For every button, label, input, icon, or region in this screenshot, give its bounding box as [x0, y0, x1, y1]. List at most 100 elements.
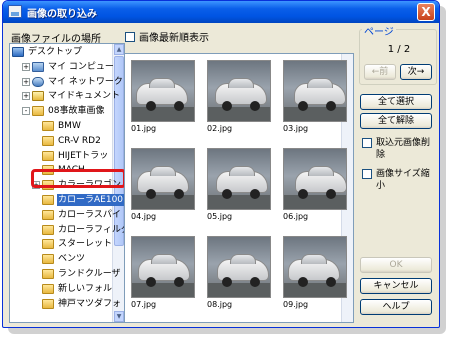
- car-photo-thumbnail[interactable]: [283, 148, 347, 210]
- thumbnail-cell[interactable]: 09.jpg: [279, 232, 351, 320]
- shrink-option[interactable]: 画像サイズ縮小: [362, 168, 438, 192]
- delete-source-checkbox[interactable]: [362, 138, 372, 148]
- expand-icon[interactable]: +: [22, 92, 30, 101]
- collapse-icon[interactable]: -: [22, 107, 30, 116]
- tree-item-label: マイ ネットワーク: [48, 76, 123, 87]
- cancel-button[interactable]: キャンセル: [360, 278, 432, 294]
- deselect-all-button[interactable]: 全て解除: [360, 113, 432, 129]
- newest-first-label: 画像最新順表示: [139, 33, 209, 44]
- page-group: ページ 1 / 2 ←前 次→: [359, 23, 437, 85]
- prev-page-button[interactable]: ←前: [364, 64, 396, 80]
- thumbnail-cell[interactable]: 06.jpg: [279, 144, 351, 232]
- tree-item[interactable]: HIJETトラッ: [32, 150, 109, 162]
- tree-item[interactable]: カローラフィルダー: [32, 224, 124, 236]
- tree-item-label: 神戸マツダフォ: [58, 298, 122, 309]
- tree-item-label: CR-V RD2: [58, 135, 101, 146]
- select-all-button[interactable]: 全て選択: [360, 94, 432, 110]
- thumbnail-cell[interactable]: 02.jpg: [203, 56, 275, 144]
- folder-icon: [42, 195, 54, 205]
- thumbnail-cell[interactable]: 04.jpg: [127, 144, 199, 232]
- tree-item[interactable]: ランドクルーザ: [32, 268, 122, 280]
- wheel-shape: [298, 101, 308, 111]
- car-photo-thumbnail[interactable]: [131, 148, 195, 210]
- wheel-shape: [250, 189, 260, 199]
- thumbnail-cell[interactable]: 07.jpg: [127, 232, 199, 320]
- thumbnail-cell[interactable]: 08.jpg: [203, 232, 275, 320]
- ok-button[interactable]: OK: [360, 257, 432, 273]
- expand-icon[interactable]: +: [22, 62, 30, 71]
- car-photo-thumbnail[interactable]: [131, 60, 195, 122]
- newest-first-checkbox[interactable]: [125, 31, 135, 42]
- computer-icon: [32, 61, 44, 72]
- photo-ground: [208, 195, 270, 209]
- tree-item-label: デスクトップ: [28, 47, 83, 57]
- folder-icon: [32, 106, 44, 117]
- thumbnail-filename: 05.jpg: [207, 212, 233, 221]
- tree-item-label: マイドキュメント: [48, 91, 121, 102]
- tree-item[interactable]: カローラスパイ: [32, 209, 122, 221]
- thumbnail-cell[interactable]: 03.jpg: [279, 56, 351, 144]
- wheel-shape: [250, 101, 260, 111]
- tree-item[interactable]: CR-V RD2: [32, 135, 102, 147]
- delete-source-option[interactable]: 取込元画像削除: [362, 137, 438, 161]
- tree-item[interactable]: + マイドキュメント: [22, 90, 121, 102]
- photo-ground: [284, 283, 346, 297]
- expand-icon[interactable]: +: [22, 77, 30, 86]
- tree-item-label: ベンツ: [58, 254, 86, 265]
- wheel-shape: [146, 277, 156, 287]
- next-page-button[interactable]: 次→: [400, 64, 432, 80]
- newest-first-option[interactable]: 画像最新順表示: [125, 29, 209, 44]
- tree-item[interactable]: 新しいフォル: [32, 283, 113, 295]
- tree-item-label: BMW: [58, 121, 81, 131]
- shrink-checkbox[interactable]: [362, 169, 372, 179]
- wheel-shape: [298, 277, 308, 287]
- tree-item[interactable]: スターレット: [32, 238, 113, 250]
- folder-icon: [42, 254, 54, 265]
- tree-item[interactable]: カローラAE100: [32, 194, 124, 206]
- car-photo-thumbnail[interactable]: [283, 236, 347, 298]
- tree-item-label: カローラAE100: [57, 194, 124, 206]
- tree-item-label: スターレット: [58, 239, 113, 250]
- tree-item[interactable]: 神戸マツダフォ: [32, 298, 122, 310]
- thumbnail-cell[interactable]: 05.jpg: [203, 144, 275, 232]
- close-button[interactable]: X: [417, 3, 435, 21]
- tree-item[interactable]: BMW: [32, 120, 82, 132]
- car-photo-thumbnail[interactable]: [207, 236, 271, 298]
- thumbnail-filename: 01.jpg: [131, 124, 157, 133]
- thumbnail-filename: 06.jpg: [283, 212, 309, 221]
- tree-item-label: HIJETトラッ: [58, 150, 109, 161]
- page-indicator: 1 / 2: [387, 44, 411, 55]
- thumbnail-cell[interactable]: 01.jpg: [127, 56, 199, 144]
- thumbnail-filename: 08.jpg: [207, 300, 233, 309]
- wheel-shape: [174, 189, 184, 199]
- selection-highlight: [31, 169, 126, 188]
- tree-item[interactable]: + マイ コンピュー: [22, 61, 115, 73]
- scroll-up-icon[interactable]: ▲: [114, 44, 124, 55]
- tree-item[interactable]: - 08事故車画像: [22, 105, 105, 117]
- tree-item-label: 新しいフォル: [58, 283, 113, 294]
- photo-ground: [284, 107, 346, 121]
- car-photo-thumbnail[interactable]: [207, 148, 271, 210]
- car-photo-thumbnail[interactable]: [131, 236, 195, 298]
- photo-ground: [132, 107, 194, 121]
- wheel-shape: [174, 277, 184, 287]
- tree-item-label: カローラフィルダー: [58, 224, 124, 235]
- scroll-down-icon[interactable]: ▼: [114, 311, 124, 322]
- title-bar[interactable]: 画像の取り込み X: [3, 1, 439, 23]
- thumbnail-filename: 09.jpg: [283, 300, 309, 309]
- tree-item[interactable]: デスクトップ: [12, 46, 83, 58]
- window-title: 画像の取り込み: [27, 9, 97, 20]
- wheel-shape: [222, 101, 232, 111]
- wheel-shape: [326, 277, 336, 287]
- tree-item[interactable]: + マイ ネットワーク: [22, 76, 124, 88]
- thumbnail-filename: 03.jpg: [283, 124, 309, 133]
- tree-item-label: マイ コンピュー: [48, 61, 114, 72]
- wheel-shape: [222, 277, 232, 287]
- car-photo-thumbnail[interactable]: [283, 60, 347, 122]
- folder-icon: [42, 283, 54, 294]
- car-photo-thumbnail[interactable]: [207, 60, 271, 122]
- app-icon: [8, 5, 22, 18]
- tree-item[interactable]: ベンツ: [32, 253, 86, 265]
- folder-icon: [42, 224, 54, 235]
- help-button[interactable]: ヘルプ: [360, 299, 432, 315]
